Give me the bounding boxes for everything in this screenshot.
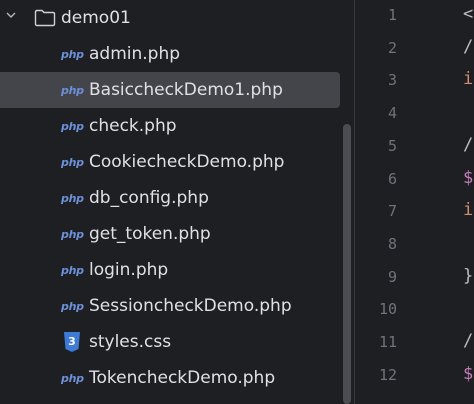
line-number: 9 xyxy=(387,267,397,286)
line-number: 2 xyxy=(387,38,397,57)
code-line: i xyxy=(463,200,474,221)
line-number: 1 xyxy=(387,6,397,24)
php-icon: php xyxy=(61,371,84,385)
php-icon: php xyxy=(61,119,84,133)
file-row[interactable]: php check.php xyxy=(0,108,340,144)
code-line: $ xyxy=(463,167,474,188)
folder-label: demo01 xyxy=(61,8,131,28)
code-line: < xyxy=(463,4,474,24)
file-label: SessioncheckDemo.php xyxy=(89,296,292,316)
code-line: / xyxy=(463,331,474,351)
php-icon: php xyxy=(61,299,84,313)
explorer-scrollbar[interactable] xyxy=(343,124,351,404)
line-number: 7 xyxy=(387,202,397,221)
file-label: check.php xyxy=(89,116,177,136)
file-row[interactable]: php get_token.php xyxy=(0,216,340,252)
code-line: / xyxy=(463,134,474,155)
file-label: BasiccheckDemo1.php xyxy=(89,80,283,100)
svg-text:3: 3 xyxy=(68,335,76,348)
file-row[interactable]: php login.php xyxy=(0,252,340,288)
php-icon: php xyxy=(61,191,84,205)
line-number: 6 xyxy=(387,169,397,188)
line-number: 10 xyxy=(378,300,397,319)
file-label: login.php xyxy=(89,260,169,280)
file-label: get_token.php xyxy=(89,224,211,244)
php-icon: php xyxy=(61,83,84,97)
folder-icon xyxy=(34,9,56,27)
code-line: / xyxy=(463,36,474,57)
line-number: 3 xyxy=(387,71,397,90)
php-icon: php xyxy=(61,47,84,61)
code-editor[interactable]: 1 2 3 4 5 6 7 8 9 10 11 12 < / i / $ i} / $ xyxy=(355,0,474,404)
file-row[interactable]: php admin.php xyxy=(0,36,340,72)
code-line: i xyxy=(463,69,474,90)
code-line: $ xyxy=(463,363,474,384)
file-label: db_config.php xyxy=(89,188,209,208)
css-icon: 3 xyxy=(64,332,80,352)
line-number: 11 xyxy=(378,333,397,351)
file-row[interactable]: php CookiecheckDemo.php xyxy=(0,144,340,180)
line-number: 5 xyxy=(387,136,397,155)
file-row[interactable]: php SessioncheckDemo.php xyxy=(0,288,340,324)
file-row[interactable]: php db_config.php xyxy=(0,180,340,216)
file-row[interactable]: php TokencheckDemo.php xyxy=(0,360,340,396)
chevron-down-icon[interactable] xyxy=(6,10,16,20)
php-icon: php xyxy=(61,227,84,241)
line-number: 8 xyxy=(387,234,397,253)
file-label: TokencheckDemo.php xyxy=(89,368,276,388)
code-line: } xyxy=(463,265,474,286)
file-row[interactable]: 3 styles.css xyxy=(0,324,340,360)
php-icon: php xyxy=(61,155,84,169)
file-label: styles.css xyxy=(89,332,172,352)
line-number: 4 xyxy=(387,104,397,123)
project-explorer: demo01 php admin.php php BasiccheckDemo1.ph… xyxy=(0,0,352,404)
php-icon: php xyxy=(61,263,84,277)
file-label: admin.php xyxy=(89,44,181,64)
file-row[interactable]: php BasiccheckDemo1.php xyxy=(0,72,340,108)
file-label: CookiecheckDemo.php xyxy=(89,152,285,172)
folder-row-demo01[interactable]: demo01 xyxy=(0,0,340,36)
line-number: 12 xyxy=(378,365,397,384)
